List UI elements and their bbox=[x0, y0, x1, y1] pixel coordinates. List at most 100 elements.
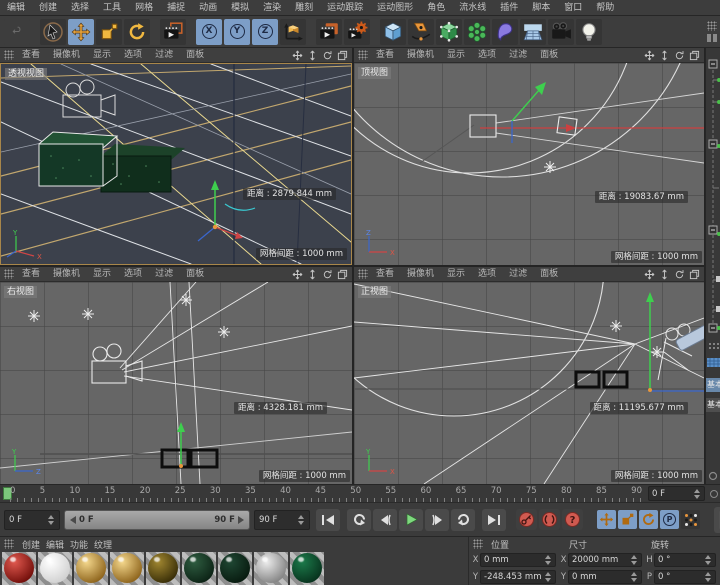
viewport-menu-item[interactable]: 面板 bbox=[540, 267, 558, 281]
add-camera-button[interactable] bbox=[548, 19, 574, 45]
perspective-canvas[interactable]: 透视视图 bbox=[0, 63, 352, 265]
material-swatch-red[interactable] bbox=[2, 552, 36, 585]
menu-item[interactable]: 编辑 bbox=[0, 0, 32, 16]
scale-tool-button[interactable] bbox=[96, 19, 122, 45]
coordinate-system-button[interactable] bbox=[280, 19, 306, 45]
maximize-view-icon[interactable] bbox=[337, 50, 348, 61]
rotation-h-field[interactable]: 0 ° bbox=[654, 553, 716, 567]
viewport-menu-item[interactable]: 显示 bbox=[93, 267, 111, 281]
move-tool-button[interactable] bbox=[68, 19, 94, 45]
pan-view-icon[interactable] bbox=[292, 50, 303, 61]
pan-view-icon[interactable] bbox=[644, 269, 655, 280]
object-manager-strip[interactable]: 基本 基本 bbox=[705, 48, 720, 484]
menu-item[interactable]: 捕捉 bbox=[160, 0, 192, 16]
rotate-view-icon[interactable] bbox=[322, 269, 333, 280]
position-y-field[interactable]: -248.453 mm bbox=[480, 570, 556, 584]
menu-item[interactable]: 脚本 bbox=[525, 0, 557, 16]
keyframe-selection-button[interactable]: ? bbox=[562, 509, 583, 530]
material-swatch-gold-reflective[interactable] bbox=[74, 552, 108, 585]
autokey-button[interactable] bbox=[539, 509, 560, 530]
rotate-view-icon[interactable] bbox=[322, 50, 333, 61]
end-frame-field[interactable]: 90 F bbox=[254, 510, 310, 530]
maximize-view-icon[interactable] bbox=[689, 50, 700, 61]
panel-grid-icon[interactable] bbox=[707, 21, 717, 31]
panel-grid-icon[interactable] bbox=[473, 539, 483, 549]
start-frame-field[interactable]: 0 F bbox=[4, 510, 60, 530]
live-selection-button[interactable] bbox=[40, 19, 66, 45]
right-canvas[interactable]: 右视图 bbox=[0, 282, 352, 484]
menu-item[interactable]: 窗口 bbox=[557, 0, 589, 16]
prev-key-button[interactable] bbox=[347, 509, 371, 531]
viewport-menu-item[interactable]: 查看 bbox=[22, 48, 40, 62]
viewport-menu-item[interactable]: 选项 bbox=[124, 48, 142, 62]
viewport-menu-item[interactable]: 查看 bbox=[376, 267, 394, 281]
viewport-menu-item[interactable]: 过滤 bbox=[155, 267, 173, 281]
spinner-arrows-icon[interactable] bbox=[631, 555, 638, 565]
menu-item[interactable]: 创建 bbox=[32, 0, 64, 16]
viewport-menu-item[interactable]: 选项 bbox=[124, 267, 142, 281]
zoom-view-icon[interactable] bbox=[659, 269, 670, 280]
spinner-arrows-icon[interactable] bbox=[694, 489, 701, 499]
maximize-view-icon[interactable] bbox=[689, 269, 700, 280]
material-swatch-olive-gold[interactable] bbox=[146, 552, 180, 585]
pan-view-icon[interactable] bbox=[292, 269, 303, 280]
viewport-menu-item[interactable]: 面板 bbox=[540, 48, 558, 62]
key-rotation-button[interactable] bbox=[639, 510, 658, 529]
viewport-menu-item[interactable]: 面板 bbox=[186, 267, 204, 281]
timeline-option-icon[interactable] bbox=[710, 490, 718, 498]
spinner-arrows-icon[interactable] bbox=[631, 572, 638, 582]
render-active-view-button[interactable] bbox=[316, 19, 342, 45]
menu-item[interactable]: 渲染 bbox=[256, 0, 288, 16]
next-key-button[interactable] bbox=[451, 509, 475, 531]
menu-item[interactable]: 运动图形 bbox=[370, 0, 420, 16]
menu-item[interactable]: 网格 bbox=[128, 0, 160, 16]
material-menu-item[interactable]: 创建 bbox=[22, 538, 40, 551]
viewport-menu-item[interactable]: 摄像机 bbox=[407, 48, 434, 62]
menu-item[interactable]: 工具 bbox=[96, 0, 128, 16]
undo-button[interactable] bbox=[4, 19, 30, 45]
goto-start-button[interactable] bbox=[316, 509, 340, 531]
spinner-arrows-icon[interactable] bbox=[298, 515, 305, 525]
menu-item[interactable]: 帮助 bbox=[589, 0, 621, 16]
spinner-arrows-icon[interactable] bbox=[705, 555, 712, 565]
panel-grid-icon[interactable] bbox=[358, 269, 368, 279]
maximize-view-icon[interactable] bbox=[337, 269, 348, 280]
render-view-button[interactable] bbox=[160, 19, 186, 45]
material-menu-item[interactable]: 纹理 bbox=[94, 538, 112, 551]
viewport-menu-item[interactable]: 摄像机 bbox=[407, 267, 434, 281]
zoom-view-icon[interactable] bbox=[307, 50, 318, 61]
rotate-view-icon[interactable] bbox=[674, 50, 685, 61]
menu-item[interactable]: 流水线 bbox=[452, 0, 493, 16]
viewport-menu-item[interactable]: 查看 bbox=[376, 48, 394, 62]
viewport-menu-item[interactable]: 过滤 bbox=[509, 48, 527, 62]
viewport-menu-item[interactable]: 显示 bbox=[447, 267, 465, 281]
viewport-menu-item[interactable]: 选项 bbox=[478, 267, 496, 281]
next-frame-button[interactable] bbox=[425, 509, 449, 531]
viewport-menu-item[interactable]: 显示 bbox=[93, 48, 111, 62]
menu-item[interactable]: 模拟 bbox=[224, 0, 256, 16]
menu-item[interactable]: 雕刻 bbox=[288, 0, 320, 16]
timeline-frame-field[interactable]: 0 F bbox=[648, 486, 705, 501]
menu-item[interactable]: 插件 bbox=[493, 0, 525, 16]
spinner-arrows-icon[interactable] bbox=[545, 555, 552, 565]
material-swatch-white[interactable] bbox=[38, 552, 72, 585]
menu-item[interactable]: 动画 bbox=[192, 0, 224, 16]
panel-grid-icon[interactable] bbox=[358, 50, 368, 60]
viewport-menu-item[interactable]: 选项 bbox=[478, 48, 496, 62]
viewport-menu-item[interactable]: 摄像机 bbox=[53, 48, 80, 62]
spinner-arrows-icon[interactable] bbox=[545, 572, 552, 582]
material-swatch-green[interactable] bbox=[290, 552, 324, 585]
material-menu-item[interactable]: 编辑 bbox=[46, 538, 64, 551]
timeline-ruler[interactable]: 051015202530354045505560657075808590 0 F bbox=[0, 484, 720, 502]
attribute-tab[interactable]: 基本 bbox=[706, 398, 720, 412]
panel-grid-icon[interactable] bbox=[4, 539, 14, 549]
viewport-menu-item[interactable]: 查看 bbox=[22, 267, 40, 281]
material-menu-item[interactable]: 功能 bbox=[70, 538, 88, 551]
top-canvas[interactable]: 顶视图 bbox=[354, 63, 704, 265]
add-subdivision-surface-button[interactable] bbox=[436, 19, 462, 45]
add-light-button[interactable] bbox=[576, 19, 602, 45]
add-environment-button[interactable] bbox=[520, 19, 546, 45]
z-axis-lock-button[interactable]: Z bbox=[252, 19, 278, 45]
add-deformer-button[interactable] bbox=[492, 19, 518, 45]
position-x-field[interactable]: 0 mm bbox=[480, 553, 556, 567]
